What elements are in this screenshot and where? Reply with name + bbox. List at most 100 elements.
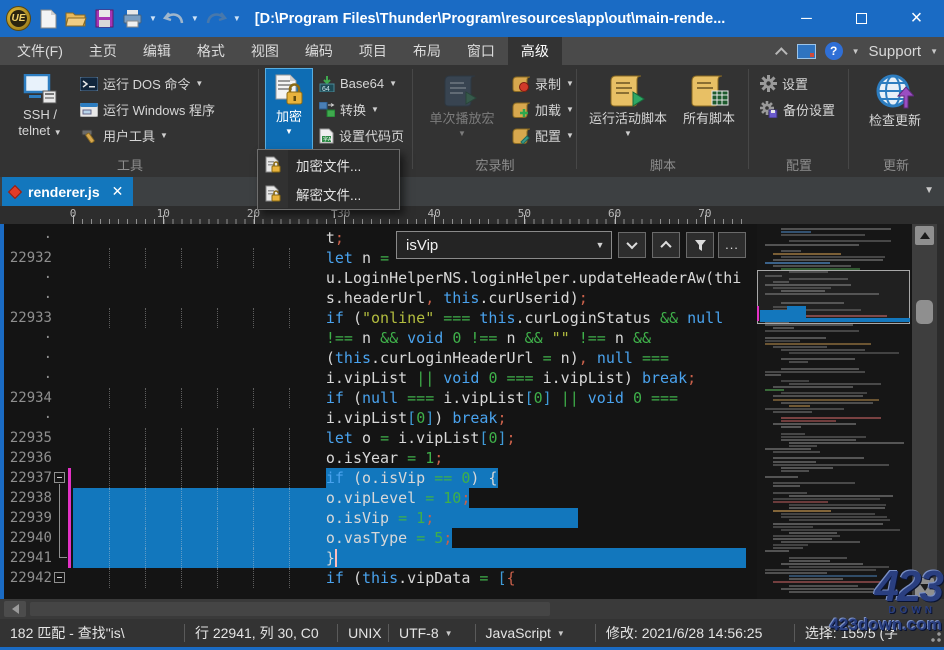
collapse-ribbon-icon[interactable] xyxy=(775,47,788,60)
ssh-telnet-button[interactable]: SSH /telnet ▼ xyxy=(8,68,72,142)
menubar-right: ? ▼ Support ▼ xyxy=(779,37,938,65)
resize-grip[interactable] xyxy=(928,631,942,645)
settings-button[interactable]: 设置 xyxy=(760,71,808,96)
minimize-button[interactable]: ─ xyxy=(779,0,834,37)
code-line-22934[interactable]: if (null === i.vipList[0] || void 0 ===2… xyxy=(0,388,757,408)
dropdown-caret-icon[interactable]: ▼ xyxy=(557,629,565,638)
minimap-selection xyxy=(760,318,910,322)
decrypt-file-icon xyxy=(258,179,288,208)
record-macro-button[interactable]: 录制▼ xyxy=(512,71,574,96)
vertical-scrollbar-thumb[interactable] xyxy=(916,300,933,324)
menu-item-5[interactable]: 编码 xyxy=(292,37,346,65)
indent-guide xyxy=(181,568,182,588)
toolbar-customize-caret[interactable]: ▼ xyxy=(233,14,241,23)
configure-macro-button[interactable]: 配置▼ xyxy=(512,123,574,148)
code-line-22937[interactable]: if (o.isVip == 0) {22937 xyxy=(0,468,757,488)
code-line-22935[interactable]: let o = i.vipList[0];22935 xyxy=(0,428,757,448)
code-editor[interactable]: t;· let n =22932 u.LoginHelperNS.loginHe… xyxy=(0,224,944,599)
record-icon xyxy=(512,76,530,92)
minimap-line xyxy=(773,461,816,463)
code-line-wrap[interactable]: u.LoginHelperNS.loginHelper.updateHeader… xyxy=(0,268,757,288)
new-file-icon[interactable] xyxy=(37,8,59,30)
code-line-22940[interactable]: o.vasType = 5;22940 xyxy=(0,528,757,548)
code-line-wrap[interactable]: (this.curLoginHeaderUrl = n), null ===· xyxy=(0,348,757,368)
all-scripts-button[interactable]: 所有脚本 xyxy=(676,68,742,128)
print-dropdown-caret[interactable]: ▼ xyxy=(149,14,157,23)
app-logo-icon[interactable]: UE xyxy=(6,6,31,31)
set-codepage-button[interactable]: 字A 设置代码页 xyxy=(319,123,404,148)
menu-item-7[interactable]: 布局 xyxy=(400,37,454,65)
find-previous-button[interactable] xyxy=(652,232,680,258)
menu-item-9[interactable]: 高级 xyxy=(508,37,562,65)
support-dropdown-caret[interactable]: ▼ xyxy=(930,47,938,56)
fold-collapse-icon[interactable] xyxy=(54,572,65,583)
minimap-line xyxy=(765,371,865,373)
find-input[interactable]: isVip ▼ xyxy=(396,231,612,259)
horizontal-scrollbar[interactable] xyxy=(0,599,944,619)
status-segment-6: 选择: 155/5 (字 xyxy=(795,623,944,643)
code-line-22936[interactable]: o.isYear = 1;22936 xyxy=(0,448,757,468)
menu-item-0[interactable]: 文件(F) xyxy=(4,37,76,65)
dropdown-caret-icon[interactable]: ▼ xyxy=(445,629,453,638)
code-line-22941[interactable]: }22941 xyxy=(0,548,757,568)
code-line-22939[interactable]: o.isVip = 1;22939 xyxy=(0,508,757,528)
code-line-22933[interactable]: if ("online" === this.curLoginStatus && … xyxy=(0,308,757,328)
close-button[interactable]: × xyxy=(889,0,944,37)
backup-settings-button[interactable]: 备份设置 xyxy=(760,97,835,122)
run-active-script-button[interactable]: 运行活动脚本 ▼ xyxy=(582,68,674,139)
menu-item-1[interactable]: 主页 xyxy=(76,37,130,65)
maximize-button[interactable] xyxy=(834,0,889,37)
minimap-line xyxy=(789,405,810,407)
status-segment-3[interactable]: UTF-8▼ xyxy=(389,625,475,641)
undo-icon[interactable] xyxy=(163,8,185,30)
run-dos-command-button[interactable]: 运行 DOS 命令▼ xyxy=(80,71,203,96)
user-tools-button[interactable]: 用户工具▼ xyxy=(80,123,168,148)
code-line-wrap[interactable]: s.headerUrl, this.curUserid);· xyxy=(0,288,757,308)
vertical-scrollbar[interactable] xyxy=(912,224,937,599)
convert-button[interactable]: 转换▼ xyxy=(319,97,379,122)
menu-item-decrypt-file[interactable]: 解密文件... xyxy=(258,179,399,208)
ruler-tick xyxy=(344,215,345,224)
fold-collapse-icon[interactable] xyxy=(54,472,65,483)
status-segment-4[interactable]: JavaScript▼ xyxy=(476,625,595,641)
menu-item-2[interactable]: 编辑 xyxy=(130,37,184,65)
minimap[interactable] xyxy=(757,224,912,599)
check-update-button[interactable]: 检查更新 xyxy=(854,68,936,130)
layout-icon[interactable] xyxy=(797,44,816,59)
scroll-up-button[interactable] xyxy=(915,226,934,245)
menu-item-8[interactable]: 窗口 xyxy=(454,37,508,65)
undo-dropdown-caret[interactable]: ▼ xyxy=(191,14,199,23)
open-folder-icon[interactable] xyxy=(65,8,87,30)
run-windows-program-button[interactable]: 运行 Windows 程序 xyxy=(80,97,215,122)
minimap-line xyxy=(773,482,855,484)
tab-list-dropdown-icon[interactable]: ▼ xyxy=(924,185,934,196)
horizontal-scrollbar-thumb[interactable] xyxy=(30,602,550,616)
print-icon[interactable] xyxy=(121,8,143,30)
help-icon[interactable]: ? xyxy=(825,42,843,60)
find-next-button[interactable] xyxy=(618,232,646,258)
indent-guide xyxy=(289,428,290,448)
find-history-caret-icon[interactable]: ▼ xyxy=(589,240,611,250)
encrypt-button[interactable]: 加密 ▼ xyxy=(265,68,313,152)
base64-button[interactable]: 64 Base64▼ xyxy=(319,71,397,96)
find-filter-button[interactable] xyxy=(686,232,714,258)
tab-close-icon[interactable]: ✕ xyxy=(112,183,124,200)
code-line-22938[interactable]: o.vipLevel = 10;22938 xyxy=(0,488,757,508)
help-dropdown-caret[interactable]: ▼ xyxy=(852,47,860,56)
save-icon[interactable] xyxy=(93,8,115,30)
menu-item-6[interactable]: 项目 xyxy=(346,37,400,65)
code-line-wrap[interactable]: i.vipList || void 0 === i.vipList) break… xyxy=(0,368,757,388)
code-line-wrap[interactable]: !== n && void 0 !== n && "" !== n &&· xyxy=(0,328,757,348)
scroll-down-button[interactable] xyxy=(915,578,934,597)
find-options-button[interactable]: ... xyxy=(718,232,746,258)
menu-item-4[interactable]: 视图 xyxy=(238,37,292,65)
scroll-left-button[interactable] xyxy=(4,601,26,617)
load-macro-button[interactable]: 加载▼ xyxy=(512,97,574,122)
code-line-wrap[interactable]: i.vipList[0]) break;· xyxy=(0,408,757,428)
support-menu[interactable]: Support xyxy=(869,43,922,60)
menu-item-encrypt-file[interactable]: 加密文件... xyxy=(258,150,399,179)
code-line-22942[interactable]: if (this.vipData = [{22942 xyxy=(0,568,757,588)
tab-renderer-js[interactable]: renderer.js ✕ xyxy=(2,177,133,206)
menu-item-3[interactable]: 格式 xyxy=(184,37,238,65)
minimap-line xyxy=(789,591,891,593)
